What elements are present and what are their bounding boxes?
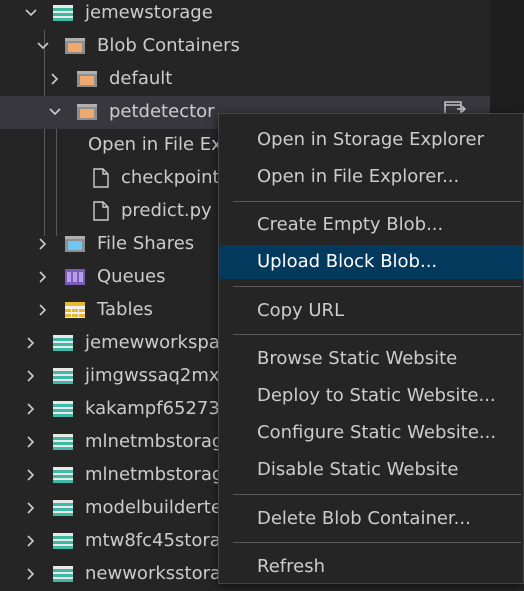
menu-item-label: Disable Static Website [257,459,459,480]
file-icon [90,201,112,221]
menu-item-label: Deploy to Static Website... [257,385,496,406]
menu-item-disable-static-website[interactable]: Disable Static Website [219,453,523,487]
file-icon [90,168,112,188]
menu-item-delete-blob-container[interactable]: Delete Blob Container... [219,502,523,536]
menu-item-label: Delete Blob Container... [257,508,471,529]
menu-item-upload-block-blob[interactable]: Upload Block Blob... [219,245,523,279]
menu-item-label: Configure Static Website... [257,422,497,443]
chevron-right-icon[interactable] [35,302,51,318]
menu-separator [233,201,521,202]
menu-item-open-in-file-explorer[interactable]: Open in File Explorer... [219,160,523,194]
chevron-right-icon[interactable] [23,500,39,516]
tree-item-default[interactable]: default [0,63,490,96]
blob-containers-icon [64,36,86,56]
menu-item-deploy-to-static-website[interactable]: Deploy to Static Website... [219,379,523,413]
chevron-right-icon[interactable] [35,269,51,285]
chevron-right-icon[interactable] [23,368,39,384]
storage-account-icon [52,465,74,485]
context-menu: Open in Storage Explorer Open in File Ex… [218,113,524,584]
tree-item-label: kakampf652734 [85,398,232,419]
chevron-right-icon[interactable] [23,467,39,483]
tree-item-label: Blob Containers [97,35,240,56]
tree-item-label: File Shares [97,233,195,254]
chevron-right-icon[interactable] [47,71,63,87]
tree-item-label: jemewstorage [85,2,213,23]
menu-separator [233,286,521,287]
menu-item-label: Refresh [257,556,325,577]
storage-account-icon [52,564,74,584]
menu-item-label: Create Empty Blob... [257,214,444,235]
tree-item-label: newworksstorac [85,563,231,584]
storage-account-icon [52,333,74,353]
chevron-right-icon[interactable] [23,533,39,549]
menu-item-label: Browse Static Website [257,348,458,369]
tree-item-label: mtw8fc45storag [85,530,233,551]
queues-icon [64,267,86,287]
menu-item-label: Open in Storage Explorer [257,129,485,150]
tree-item-label: predict.py [121,200,212,221]
chevron-right-icon[interactable] [23,434,39,450]
tree-item-label: jimgwssaq2mxc [85,365,230,386]
tables-icon [64,300,86,320]
chevron-down-icon[interactable] [23,5,39,21]
menu-item-label: Open in File Explorer... [257,166,460,187]
tree-item-jemewstorage[interactable]: jemewstorage [0,0,490,30]
chevron-down-icon[interactable] [47,104,63,120]
chevron-right-icon[interactable] [23,566,39,582]
tree-item-label: modelbuilderte [85,497,222,518]
storage-account-icon [52,3,74,23]
chevron-down-icon[interactable] [35,38,51,54]
tree-item-label: jemewworkspac [85,332,230,353]
menu-separator [233,542,521,543]
tree-item-label: mlnetmbstorag [85,431,224,452]
tree-item-label: mlnetmbstorag [85,464,224,485]
tree-item-blob-containers[interactable]: Blob Containers [0,30,490,63]
container-icon [76,69,98,89]
menu-item-browse-static-website[interactable]: Browse Static Website [219,342,523,376]
menu-item-create-empty-blob[interactable]: Create Empty Blob... [219,208,523,242]
storage-account-icon [52,366,74,386]
chevron-right-icon[interactable] [23,335,39,351]
storage-account-icon [52,399,74,419]
menu-item-open-in-storage-explorer[interactable]: Open in Storage Explorer [219,123,523,157]
tree-item-label: Tables [97,299,153,320]
container-icon [76,102,98,122]
tree-item-label: Queues [97,266,166,287]
tree-item-label: default [109,68,173,89]
chevron-right-icon[interactable] [23,401,39,417]
menu-item-label: Copy URL [257,300,345,321]
storage-account-icon [52,531,74,551]
menu-item-copy-url[interactable]: Copy URL [219,294,523,328]
storage-account-icon [52,432,74,452]
tree-item-label: petdetector [109,101,215,122]
file-shares-icon [64,234,86,254]
chevron-right-icon[interactable] [35,236,51,252]
tree-item-label: checkpoint. [121,167,226,188]
menu-item-label: Upload Block Blob... [257,251,438,272]
menu-item-configure-static-website[interactable]: Configure Static Website... [219,416,523,450]
storage-account-icon [52,498,74,518]
menu-separator [233,494,521,495]
menu-item-refresh[interactable]: Refresh [219,550,523,584]
menu-separator [233,334,521,335]
